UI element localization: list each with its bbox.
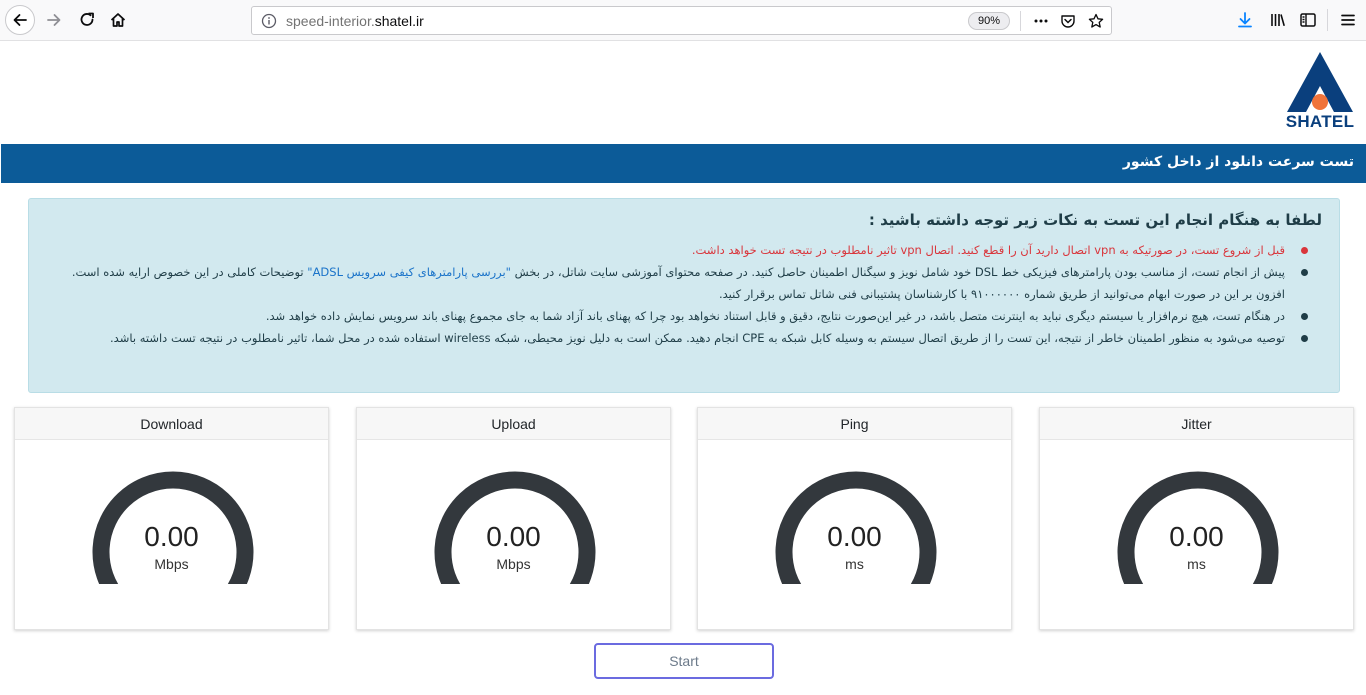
more-dots-icon[interactable] [1032,12,1050,30]
toolbar-divider [1327,9,1328,31]
info-icon[interactable] [261,13,277,29]
sidebar-icon[interactable] [1298,10,1318,30]
url-bar-divider [1020,11,1021,31]
gauge-unit: ms [1187,556,1206,572]
notice-item-dsl: پیش از انجام تست، از مناسب بودن پارامتره… [53,261,1315,305]
bullet-icon [1301,247,1308,254]
start-button[interactable]: Start [594,643,774,679]
notice-item-cable: توصیه می‌شود به منظور اطمینان خاطر از نت… [53,327,1315,349]
gauge-unit: Mbps [496,556,531,572]
gauge-unit: Mbps [154,556,189,572]
url-bar[interactable]: speed-interior.shatel.ir 90% [251,6,1112,35]
reload-button[interactable] [72,5,102,35]
ping-gauge-card: Ping 0.00 ms [697,407,1012,630]
notice-item-text: توصیه می‌شود به منظور اطمینان خاطر از نت… [110,331,1285,345]
adsl-params-link[interactable]: "بررسی پارامترهای کیفی سرویس ADSL" [307,265,511,279]
notice-item-vpn: قبل از شروع تست، در صورتیکه به vpn اتصال… [53,239,1315,261]
bullet-icon [1301,335,1308,342]
gauge-title: Ping [698,408,1011,440]
notice-list: قبل از شروع تست، در صورتیکه به vpn اتصال… [53,239,1315,349]
gauge-unit: ms [845,556,864,572]
zoom-level-badge[interactable]: 90% [968,12,1010,30]
shatel-logo-mark [1287,52,1353,112]
page-title-bar: تست سرعت دانلود از داخل کشور [1,144,1366,183]
pocket-icon[interactable] [1059,12,1077,30]
forward-button[interactable] [39,5,69,35]
gauge-title: Jitter [1040,408,1353,440]
hamburger-menu-icon[interactable] [1338,10,1358,30]
notice-heading: لطفا به هنگام انجام این تست به نکات زیر … [868,211,1322,229]
notice-item-software: در هنگام تست، هیچ نرم‌افزار یا سیستم دیگ… [53,305,1315,327]
home-icon [110,13,126,27]
shatel-logo: SHATEL [1283,50,1357,134]
bullet-icon [1301,313,1308,320]
back-button[interactable] [5,5,35,35]
page-title: تست سرعت دانلود از داخل کشور [1122,154,1354,170]
star-icon[interactable] [1087,12,1105,30]
reload-icon [80,12,94,26]
notice-item-text: قبل از شروع تست، در صورتیکه به vpn اتصال… [691,243,1285,257]
gauge-value: 0.00 [827,521,882,552]
gauge-title: Download [15,408,328,440]
gauge-value: 0.00 [1169,521,1224,552]
gauge-value: 0.00 [486,521,541,552]
gauge-value: 0.00 [144,521,199,552]
notice-item-text: در هنگام تست، هیچ نرم‌افزار یا سیستم دیگ… [265,309,1285,323]
arrow-right-icon [47,14,61,26]
gauge-title: Upload [357,408,670,440]
home-button[interactable] [103,5,133,35]
download-gauge-card: Download 0.00 Mbps [14,407,329,630]
jitter-gauge-card: Jitter 0.00 ms [1039,407,1354,630]
bullet-icon [1301,269,1308,276]
library-icon[interactable] [1268,10,1288,30]
download-arrow-icon[interactable] [1235,10,1255,30]
browser-toolbar: speed-interior.shatel.ir 90% [0,0,1366,41]
notice-box: لطفا به هنگام انجام این تست به نکات زیر … [28,198,1340,393]
arrow-left-icon [13,14,27,26]
upload-gauge-card: Upload 0.00 Mbps [356,407,671,630]
notice-item-text: پیش از انجام تست، از مناسب بودن پارامتره… [510,265,1285,279]
logo-wordmark: SHATEL [1285,112,1355,131]
url-text[interactable]: speed-interior.shatel.ir [286,13,424,29]
